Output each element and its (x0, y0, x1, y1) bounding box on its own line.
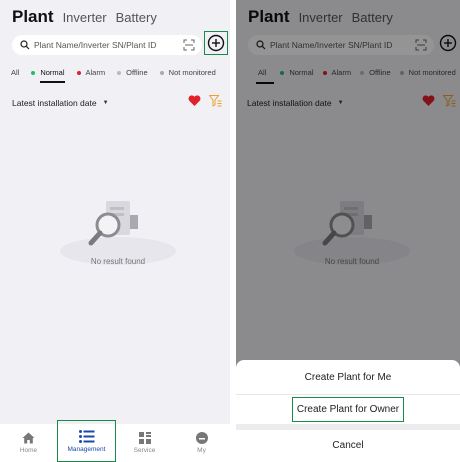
filter-label: Offline (126, 68, 148, 77)
heart-icon[interactable] (188, 95, 201, 107)
plant-list-screen: Plant Inverter Battery All Normal (0, 0, 230, 462)
filter-all[interactable]: All (11, 68, 19, 77)
tab-inverter[interactable]: Inverter (63, 10, 107, 25)
nav-label: Service (133, 447, 156, 454)
nav-management[interactable]: Management (57, 420, 116, 462)
status-dot (159, 70, 164, 75)
create-plant-screen: Plant Inverter Battery All Normal (236, 0, 460, 462)
nav-home[interactable]: Home (0, 424, 57, 462)
list-icon (78, 429, 94, 443)
empty-state-illustration (60, 201, 176, 265)
search-input[interactable] (34, 40, 182, 50)
home-icon (22, 432, 35, 444)
create-plant-for-me-button[interactable]: Create Plant for Me (236, 372, 460, 383)
filter-offline[interactable]: Offline (117, 68, 148, 77)
filter-label: Alarm (85, 68, 106, 77)
filter-icon[interactable] (209, 95, 222, 107)
empty-state-text: No result found (90, 257, 146, 266)
filter-normal[interactable]: Normal (31, 68, 65, 83)
grid-icon (138, 432, 151, 444)
sort-dropdown[interactable]: Latest installation date ▼ (12, 98, 109, 108)
filter-not-monitored[interactable]: Not monitored (159, 68, 216, 77)
search-icon (20, 40, 30, 50)
nav-service[interactable]: Service (116, 424, 173, 462)
cancel-button[interactable]: Cancel (236, 440, 460, 451)
status-filters: All Normal Alarm Offline Not monitored (11, 68, 216, 83)
bottom-nav: Home Management Service My (0, 420, 230, 462)
nav-my[interactable]: My (173, 424, 230, 462)
tab-plant[interactable]: Plant (12, 7, 54, 27)
nav-label: My (197, 447, 206, 454)
filter-label: Not monitored (168, 68, 216, 77)
search-bar (12, 35, 202, 55)
status-dot (31, 70, 36, 75)
top-tabs: Plant Inverter Battery (12, 7, 157, 27)
status-dot (76, 70, 81, 75)
sheet-divider (236, 394, 460, 395)
filter-label: All (11, 68, 20, 77)
create-plant-for-owner-button[interactable]: Create Plant for Owner (236, 404, 460, 415)
create-plant-action-sheet: Create Plant for Me Create Plant for Own… (236, 360, 460, 462)
add-circle-icon (207, 34, 225, 52)
nav-label: Home (19, 447, 38, 454)
profile-icon (195, 432, 208, 444)
filter-label: Normal (40, 68, 65, 77)
status-dot (117, 70, 122, 75)
tab-battery[interactable]: Battery (116, 10, 157, 25)
sort-label: Latest installation date (12, 98, 97, 108)
scan-icon[interactable] (183, 39, 195, 51)
add-plant-button[interactable] (204, 31, 228, 55)
nav-label: Management (67, 445, 106, 453)
sheet-gap (236, 424, 460, 430)
caret-down-icon: ▼ (102, 100, 109, 106)
filter-alarm[interactable]: Alarm (76, 68, 106, 77)
